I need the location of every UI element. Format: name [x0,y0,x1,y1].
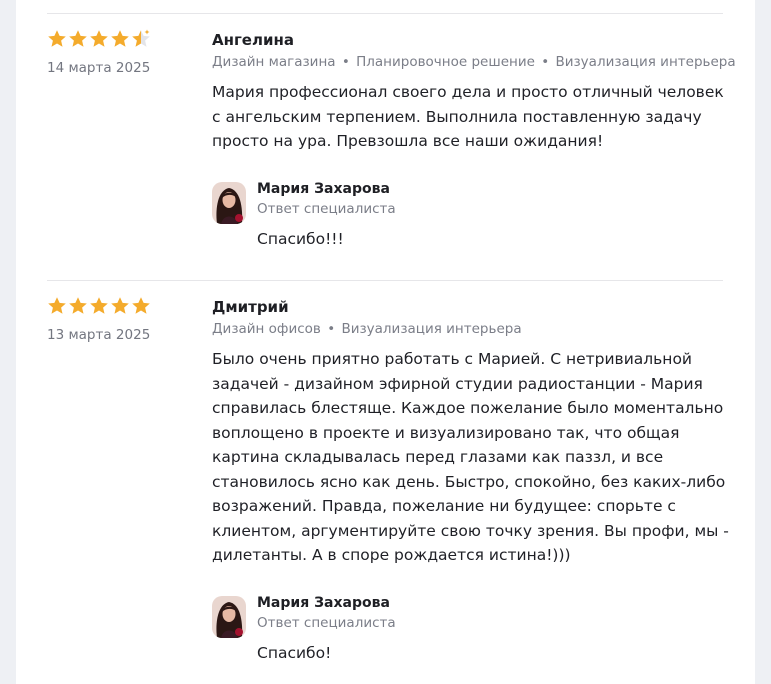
star-rating [47,29,197,51]
review-tag: Визуализация интерьера [555,54,736,70]
review-content: Ангелина Дизайн магазина • Планировочное… [212,29,736,260]
review-tags: Дизайн магазина • Планировочное решение … [212,53,736,71]
review-tags: Дизайн офисов • Визуализация интерьера [212,320,732,338]
star-full-icon [111,297,129,314]
star-full-icon [48,297,66,314]
review-text: Мария профессионал своего дела и просто … [212,83,724,150]
divider [47,13,723,14]
star-full-icon [90,297,108,314]
star-full-icon [111,30,129,47]
review-content: Дмитрий Дизайн офисов • Визуализация инт… [212,296,732,674]
review-author: Дмитрий [212,298,289,316]
review-date: 14 марта 2025 [47,60,151,76]
divider [47,280,723,281]
review-author: Ангелина [212,31,294,49]
avatar [212,181,246,224]
avatar [212,595,246,638]
star-full-icon [69,297,87,314]
reviews-card: 14 марта 2025 Ангелина Дизайн магазина •… [16,0,755,684]
reply-body: Мария Захарова Ответ специалиста Спасибо… [257,594,396,664]
reply-text: Спасибо!!! [257,229,344,248]
star-full-icon [69,30,87,47]
review-meta: 13 марта 2025 [47,296,197,343]
review-tag: Визуализация интерьера [341,321,522,337]
star-full-icon [132,297,150,314]
star-half-icon [132,29,150,47]
reply-role: Ответ специалиста [257,200,396,217]
specialist-reply: Мария Захарова Ответ специалиста Спасибо… [212,594,732,674]
star-full-icon [90,30,108,47]
specialist-reply: Мария Захарова Ответ специалиста Спасибо… [212,180,732,260]
tag-separator: • [327,321,336,337]
star-rating [47,296,197,318]
tag-separator: • [341,54,350,70]
avatar-photo-icon [212,595,246,638]
review-text: Было очень приятно работать с Марией. С … [212,350,729,564]
review-tag: Дизайн магазина [212,54,336,70]
review-date: 13 марта 2025 [47,327,151,343]
reply-author[interactable]: Мария Захарова [257,594,396,613]
review-tag: Планировочное решение [356,54,535,70]
reply-role: Ответ специалиста [257,614,396,631]
star-full-icon [48,30,66,47]
review-meta: 14 марта 2025 [47,29,197,76]
reply-body: Мария Захарова Ответ специалиста Спасибо… [257,180,396,250]
avatar-photo-icon [212,181,246,224]
review-tag: Дизайн офисов [212,321,321,337]
reply-author[interactable]: Мария Захарова [257,180,396,199]
tag-separator: • [541,54,550,70]
reply-text: Спасибо! [257,643,332,662]
